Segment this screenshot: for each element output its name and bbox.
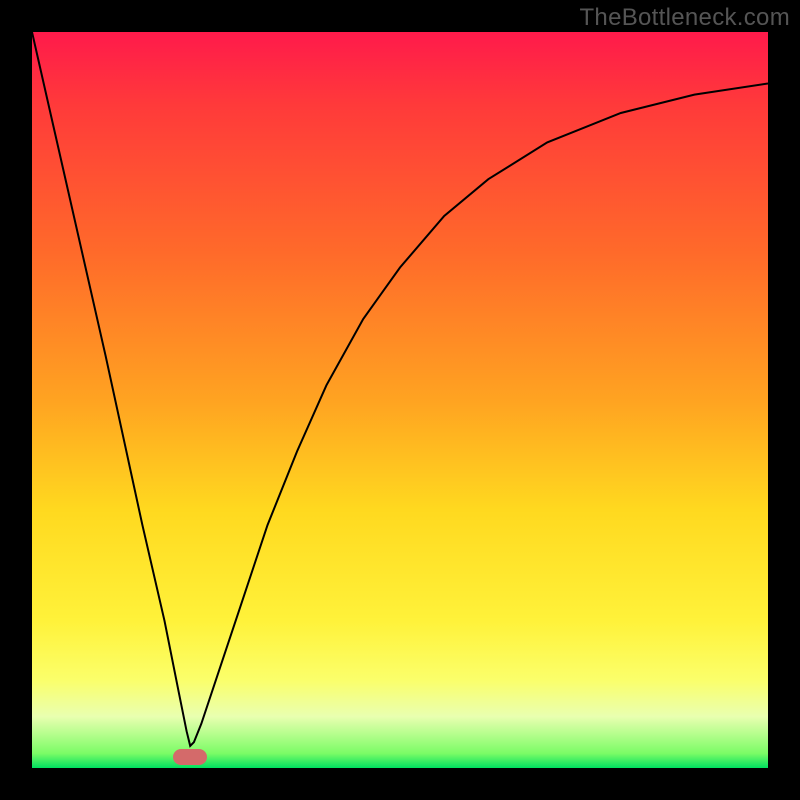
chart-frame: TheBottleneck.com: [0, 0, 800, 800]
curve-path: [32, 32, 768, 746]
min-marker: [173, 749, 207, 765]
plot-area: [32, 32, 768, 768]
watermark-text: TheBottleneck.com: [579, 4, 790, 32]
curve-svg: [32, 32, 768, 768]
